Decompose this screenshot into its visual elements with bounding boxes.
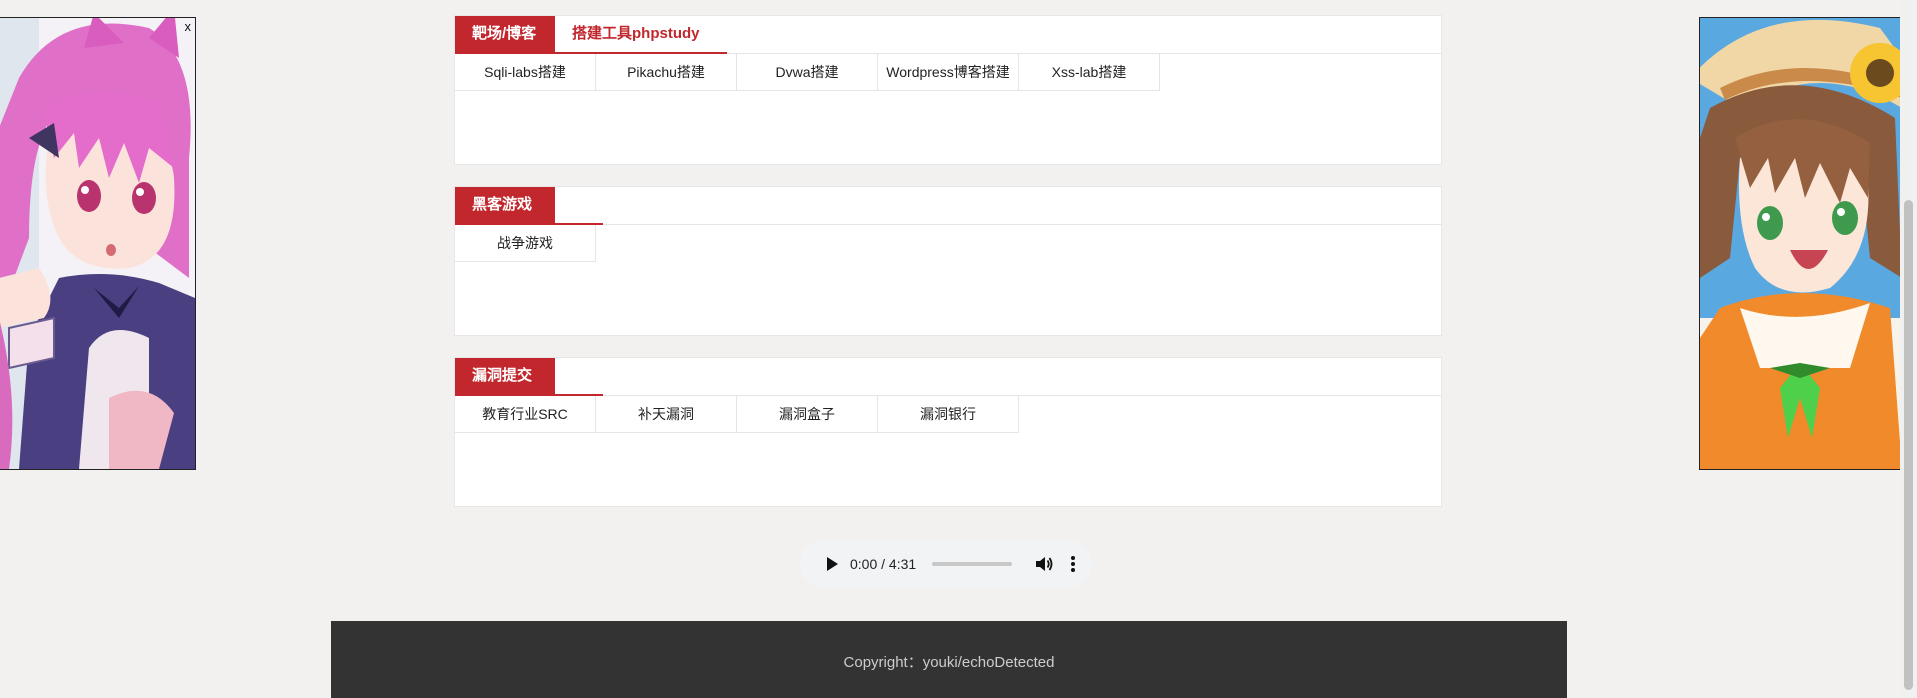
list-item-sqli-labs[interactable]: Sqli-labs搭建 [455,54,596,91]
more-options-icon[interactable] [1070,555,1076,573]
tab-vulnerability-submit[interactable]: 漏洞提交 [455,358,555,395]
left-banner-ad[interactable]: x [0,17,196,470]
list-item-dvwa[interactable]: Dvwa搭建 [737,54,878,91]
right-banner-ad[interactable] [1699,17,1903,470]
volume-icon[interactable] [1034,554,1054,574]
panel-ranges-blog: 靶场/博客 搭建工具phpstudy Sqli-labs搭建 Pikachu搭建… [454,15,1442,165]
list-item-edu-src[interactable]: 教育行业SRC [455,396,596,433]
list-item-xss-lab[interactable]: Xss-lab搭建 [1019,54,1160,91]
panel-vulnerability-submit: 漏洞提交 教育行业SRC 补天漏洞 漏洞盒子 漏洞银行 [454,357,1442,507]
close-ad-button[interactable]: x [185,20,192,33]
audio-player: 0:00 / 4:31 [800,540,1092,588]
audio-time: 0:00 / 4:31 [850,556,917,572]
footer: Copyright：youki/echoDetected [331,621,1567,698]
list-item-wordpress[interactable]: Wordpress博客搭建 [878,54,1019,91]
tab-hacker-games[interactable]: 黑客游戏 [455,187,555,224]
tab-underline [455,394,603,396]
list-item-vulbox[interactable]: 漏洞盒子 [737,396,878,433]
panel-item-list: Sqli-labs搭建 Pikachu搭建 Dvwa搭建 Wordpress博客… [455,54,1441,91]
anime-girl-sunhat-illustration [1700,18,1902,469]
panel-item-list: 教育行业SRC 补天漏洞 漏洞盒子 漏洞银行 [455,396,1441,433]
audio-progress-slider[interactable] [932,562,1013,566]
list-item-vulbank[interactable]: 漏洞银行 [878,396,1019,433]
copyright-text: Copyright：youki/echoDetected [843,654,1055,671]
tab-underline [455,52,727,54]
page: x 靶场/博客 搭建工具phpstudy Sqli-labs搭建 Pikachu… [0,0,1917,698]
vertical-scrollbar[interactable] [1900,0,1917,698]
list-item-pikachu[interactable]: Pikachu搭建 [596,54,737,91]
list-item-war-games[interactable]: 战争游戏 [455,225,596,262]
panel-tab-bar: 黑客游戏 [455,187,1441,225]
list-item-butian[interactable]: 补天漏洞 [596,396,737,433]
tab-phpstudy[interactable]: 搭建工具phpstudy [555,16,701,53]
anime-girl-pink-illustration [0,18,195,469]
tab-ranges-blog[interactable]: 靶场/博客 [455,16,555,53]
panel-tab-bar: 漏洞提交 [455,358,1441,396]
panel-tab-bar: 靶场/博客 搭建工具phpstudy [455,16,1441,54]
tab-underline [455,223,603,225]
play-icon[interactable] [824,556,840,572]
scrollbar-thumb[interactable] [1904,200,1913,690]
panel-item-list: 战争游戏 [455,225,1441,262]
panel-hacker-games: 黑客游戏 战争游戏 [454,186,1442,336]
